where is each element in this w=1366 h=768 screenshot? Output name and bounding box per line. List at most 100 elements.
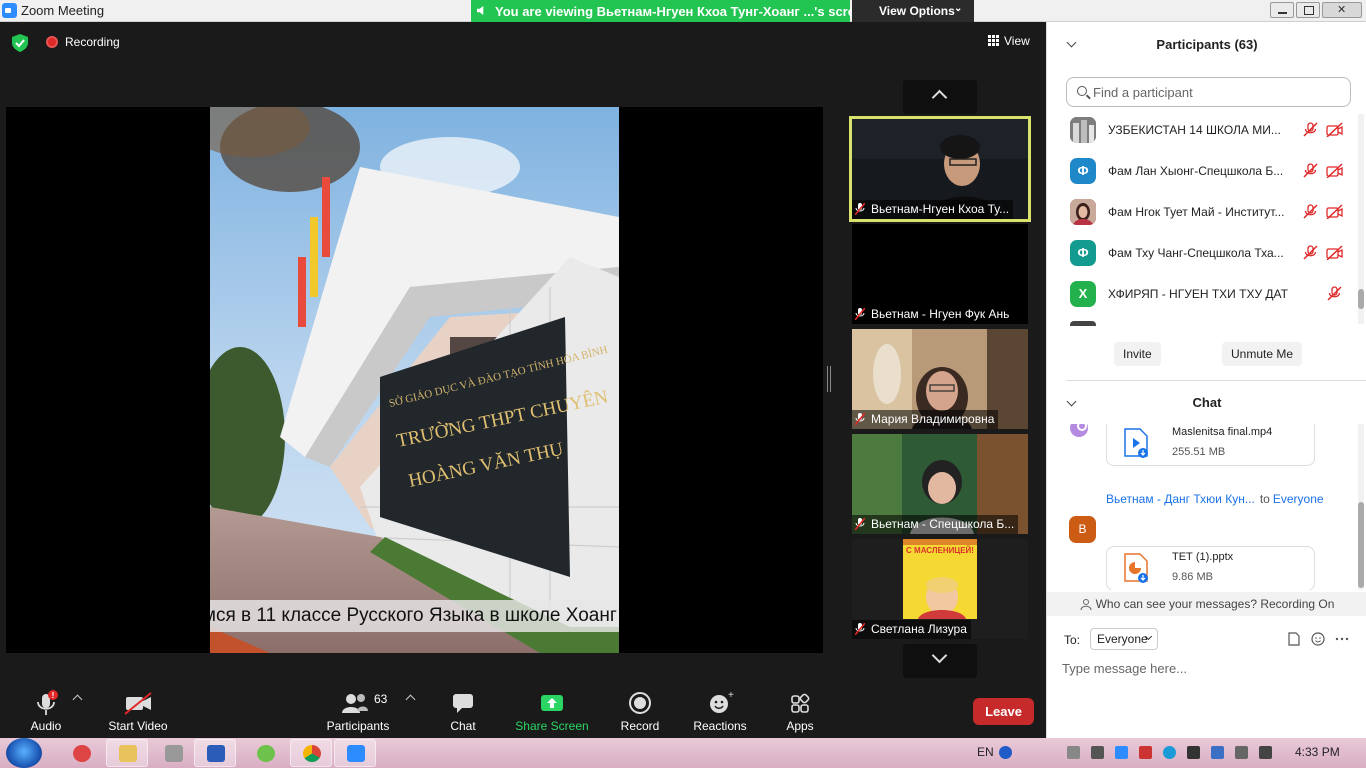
audio-label: Audio <box>30 719 62 733</box>
mic-muted-icon <box>1303 163 1318 178</box>
participant-row[interactable]: Фам Нгок Тует Май - Институт... <box>1047 192 1359 233</box>
view-button[interactable]: View <box>988 34 1030 48</box>
participant-name: Фам Нгок Тует Май - Институт... <box>1108 205 1285 219</box>
audio-options-caret[interactable] <box>72 694 83 705</box>
side-panel: Participants (63) УЗБЕКИСТАН 14 ШКОЛА МИ… <box>1046 22 1366 738</box>
participants-options-caret[interactable] <box>405 694 416 705</box>
who-can-see-notice[interactable]: Who can see your messages? Recording On <box>1047 592 1366 616</box>
participant-search[interactable] <box>1066 77 1351 107</box>
reactions-button[interactable]: + Reactions <box>692 690 748 733</box>
shield-tray-icon[interactable] <box>1067 746 1080 759</box>
chat-scrollbar[interactable] <box>1358 424 1364 590</box>
recipient-select[interactable]: Everyone <box>1090 628 1158 650</box>
window-title-bar: Zoom Meeting You are viewing Вьетнам-Нгу… <box>0 0 1366 22</box>
video-off-icon <box>1326 163 1343 178</box>
file-size: 9.86 MB <box>1172 571 1213 583</box>
thumbnail-label: Вьетнам - Спецшкола Б... <box>852 515 1019 534</box>
file-name: Maslenitsa final.mp4 <box>1172 426 1273 438</box>
unmute-me-button[interactable]: Unmute Me <box>1222 342 1303 366</box>
recording-icon <box>46 36 58 48</box>
chevron-up-icon <box>931 89 948 106</box>
chat-bubble-icon <box>453 694 473 713</box>
section-divider <box>1066 380 1366 381</box>
volume-icon[interactable] <box>1235 746 1248 759</box>
apps-label: Apps <box>786 719 814 733</box>
speaker-icon <box>477 6 484 15</box>
file-attachment[interactable]: Maslenitsa final.mp4 255.51 MB <box>1106 424 1315 466</box>
apps-icon <box>791 693 810 713</box>
video-thumbnail[interactable]: С МАСЛЕНИЦЕЙ! Светлана Лизура <box>852 539 1028 639</box>
taskbar-item[interactable] <box>60 739 102 767</box>
record-icon <box>629 692 651 714</box>
skype-icon[interactable] <box>1163 746 1176 759</box>
start-video-label: Start Video <box>108 719 168 733</box>
security-shield-icon[interactable] <box>12 34 28 52</box>
taskbar-item[interactable] <box>244 739 286 767</box>
tray-icon[interactable] <box>1091 746 1104 759</box>
chat-messages: Maslenitsa final.mp4 255.51 MB ТЕТ (1).p… <box>1047 424 1359 590</box>
tray-icon[interactable] <box>1187 746 1200 759</box>
grid-icon <box>988 35 999 46</box>
panel-resize-handle[interactable] <box>827 366 831 392</box>
share-banner: You are viewing Вьетнам-Нгуен Кхоа Тунг-… <box>471 0 870 22</box>
apps-button[interactable]: Apps <box>780 690 820 733</box>
taskbar-item[interactable] <box>106 739 148 767</box>
file-name: ТЕТ (1).pptx <box>1172 551 1234 563</box>
taskbar-item[interactable] <box>334 739 376 767</box>
participant-row[interactable]: Ф Фам Лан Хыонг-Спецшкола Б... <box>1047 151 1359 192</box>
taskbar-clock[interactable]: 4:33 PM <box>1295 745 1340 759</box>
scroll-thumbnails-up-button[interactable] <box>903 80 977 114</box>
emoji-icon[interactable] <box>1311 632 1325 646</box>
media-player-icon <box>73 745 91 762</box>
leave-button[interactable]: Leave <box>973 698 1034 725</box>
scrollbar-thumb[interactable] <box>1358 502 1364 588</box>
windows-start-button[interactable] <box>6 738 42 768</box>
maximize-button[interactable] <box>1296 2 1320 18</box>
more-options-icon[interactable] <box>1335 632 1349 646</box>
video-thumbnail[interactable]: Вьетнам - Нгуен Фук Ань <box>852 224 1028 324</box>
taskbar-item[interactable] <box>290 739 332 767</box>
file-attachment[interactable]: ТЕТ (1).pptx 9.86 MB <box>1106 546 1315 590</box>
shared-screen[interactable]: SỞ GIÁO DỤC VÀ ĐÀO TẠO TỈNH HÒA BÌNH TRƯ… <box>6 107 823 653</box>
tray-icon[interactable] <box>1139 746 1152 759</box>
participant-search-input[interactable] <box>1093 83 1343 102</box>
reactions-label: Reactions <box>693 719 747 733</box>
taskbar-item[interactable] <box>194 739 236 767</box>
share-banner-text: You are viewing Вьетнам-Нгуен Кхоа Тунг-… <box>495 4 871 19</box>
audio-button[interactable]: ! Audio <box>22 690 70 733</box>
help-icon[interactable] <box>999 746 1012 759</box>
record-button[interactable]: Record <box>618 690 662 733</box>
window-title: Zoom Meeting <box>21 3 105 18</box>
chat-label: Chat <box>450 719 476 733</box>
start-video-button[interactable]: Start Video <box>105 690 171 733</box>
meeting-area: Recording View SỞ GIÁO DỤC VÀ ĐÀO TẠO TỈ… <box>0 22 1046 688</box>
video-thumbnail[interactable]: Мария Владимировна <box>852 329 1028 429</box>
chat-title: Chat <box>1192 395 1222 410</box>
participant-row[interactable]: УЗБЕКИСТАН 14 ШКОЛА МИ... <box>1047 110 1359 151</box>
close-window-button[interactable] <box>1322 2 1362 18</box>
microphone-icon: ! <box>37 690 58 715</box>
chat-message-input[interactable] <box>1062 658 1352 678</box>
participant-row[interactable]: Х ХФИРЯП - НГУЕН ТХИ ТХУ ДАТ <box>1047 274 1359 315</box>
share-screen-button[interactable]: Share Screen <box>513 690 591 733</box>
sender-avatar-image <box>1070 424 1088 437</box>
minimize-button[interactable] <box>1270 2 1294 18</box>
scroll-thumbnails-down-button[interactable] <box>903 644 977 678</box>
invite-button[interactable]: Invite <box>1114 342 1161 366</box>
video-off-icon <box>1326 122 1343 137</box>
participant-row[interactable]: Ф Фам Тху Чанг-Спецшкола Тха... <box>1047 233 1359 274</box>
sender-name[interactable]: Вьетнам - Данг Тхюи Кун... <box>1106 492 1255 506</box>
file-icon[interactable] <box>1287 632 1301 646</box>
video-thumbnail[interactable]: Вьетнам-Нгуен Кхоа Ту... <box>849 116 1031 222</box>
recipient-everyone[interactable]: Everyone <box>1273 492 1324 506</box>
zoom-tray-icon[interactable] <box>1115 746 1128 759</box>
input-language[interactable]: EN <box>977 745 994 759</box>
scrollbar-thumb[interactable] <box>1358 289 1364 309</box>
participant-list-scrollbar[interactable] <box>1358 114 1364 324</box>
chat-button[interactable]: Chat <box>442 690 484 733</box>
video-thumbnail[interactable]: Вьетнам - Спецшкола Б... <box>852 434 1028 534</box>
tray-icon[interactable] <box>1211 746 1224 759</box>
power-icon[interactable] <box>1259 746 1272 759</box>
view-options-button[interactable]: View Options ⌄ <box>852 0 974 22</box>
taskbar-item[interactable] <box>152 739 194 767</box>
